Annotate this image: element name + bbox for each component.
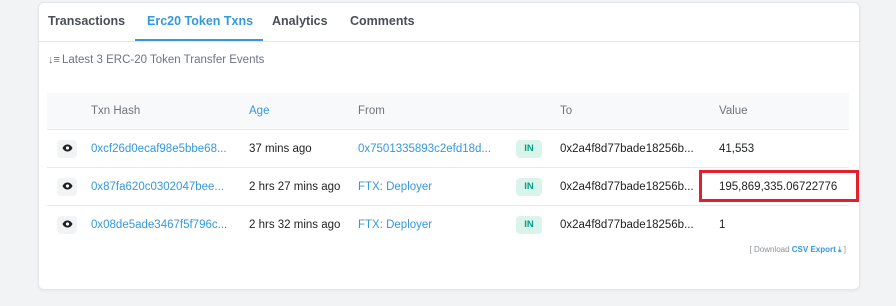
csv-export-link[interactable]: CSV Export	[792, 245, 836, 254]
table-row: 0x08de5ade3467f5f796c... 2 hrs 32 mins a…	[47, 205, 849, 243]
txn-hash-link[interactable]: 0x08de5ade3467f5f796c...	[91, 205, 249, 243]
col-direction	[516, 93, 560, 130]
from-address-link[interactable]: FTX: Deployer	[358, 205, 516, 243]
value: 41,553	[719, 129, 849, 168]
col-txn-hash: Txn Hash	[91, 93, 249, 130]
col-age[interactable]: Age	[249, 93, 358, 130]
in-badge: IN	[516, 139, 542, 158]
summary-line: ↓≡ Latest 3 ERC-20 Token Transfer Events	[48, 54, 264, 66]
summary-text: Latest 3 ERC-20 Token Transfer Events	[62, 54, 265, 66]
from-address-link[interactable]: 0x7501335893c2efd18d...	[358, 129, 516, 168]
tab-analytics[interactable]: Analytics	[272, 14, 328, 28]
to-address: 0x2a4f8d77bade18256b...	[560, 129, 719, 168]
in-badge: IN	[516, 215, 542, 234]
col-from: From	[358, 93, 516, 130]
value-highlighted-cell: 195,869,335.06722776	[699, 167, 859, 206]
token-transfers-card: Transactions Erc20 Token Txns Analytics …	[38, 2, 860, 290]
txn-hash-link[interactable]: 0x87fa620c0302047bee...	[91, 167, 249, 206]
to-address: 0x2a4f8d77bade18256b...	[560, 167, 719, 206]
table-row: 0xcf26d0ecaf98e5bbe68... 37 mins ago 0x7…	[47, 129, 849, 168]
to-address: 0x2a4f8d77bade18256b...	[560, 205, 719, 243]
txn-hash-link[interactable]: 0xcf26d0ecaf98e5bbe68...	[91, 129, 249, 168]
txn-age: 2 hrs 27 mins ago	[249, 167, 358, 206]
token-transfers-table: Txn Hash Age From To Value 0xcf26d0ecaf9…	[47, 93, 859, 243]
table-header-row: Txn Hash Age From To Value	[47, 93, 849, 130]
table-row: 0x87fa620c0302047bee... 2 hrs 27 mins ag…	[47, 167, 859, 206]
eye-icon[interactable]	[57, 139, 77, 158]
footer-suffix: ]	[841, 245, 846, 254]
active-tab-indicator	[135, 39, 263, 41]
eye-icon[interactable]	[57, 177, 77, 196]
col-to: To	[560, 93, 719, 130]
tab-comments[interactable]: Comments	[350, 14, 415, 28]
tab-bar: Transactions Erc20 Token Txns Analytics …	[39, 3, 859, 42]
red-highlight-box	[699, 170, 859, 202]
from-address-link[interactable]: FTX: Deployer	[358, 167, 516, 206]
download-footer: [ Download CSV Export ⤓ ]	[750, 245, 846, 255]
txn-age: 2 hrs 32 mins ago	[249, 205, 358, 243]
tab-transactions[interactable]: Transactions	[48, 14, 125, 28]
eye-icon[interactable]	[57, 215, 77, 234]
col-eye	[47, 93, 91, 130]
col-value: Value	[719, 93, 849, 130]
sort-icon: ↓≡	[48, 54, 60, 66]
footer-prefix: [ Download	[749, 245, 792, 254]
txn-age: 37 mins ago	[249, 129, 358, 168]
value: 1	[719, 205, 849, 243]
in-badge: IN	[516, 177, 542, 196]
tab-erc20-token-txns[interactable]: Erc20 Token Txns	[147, 14, 253, 28]
